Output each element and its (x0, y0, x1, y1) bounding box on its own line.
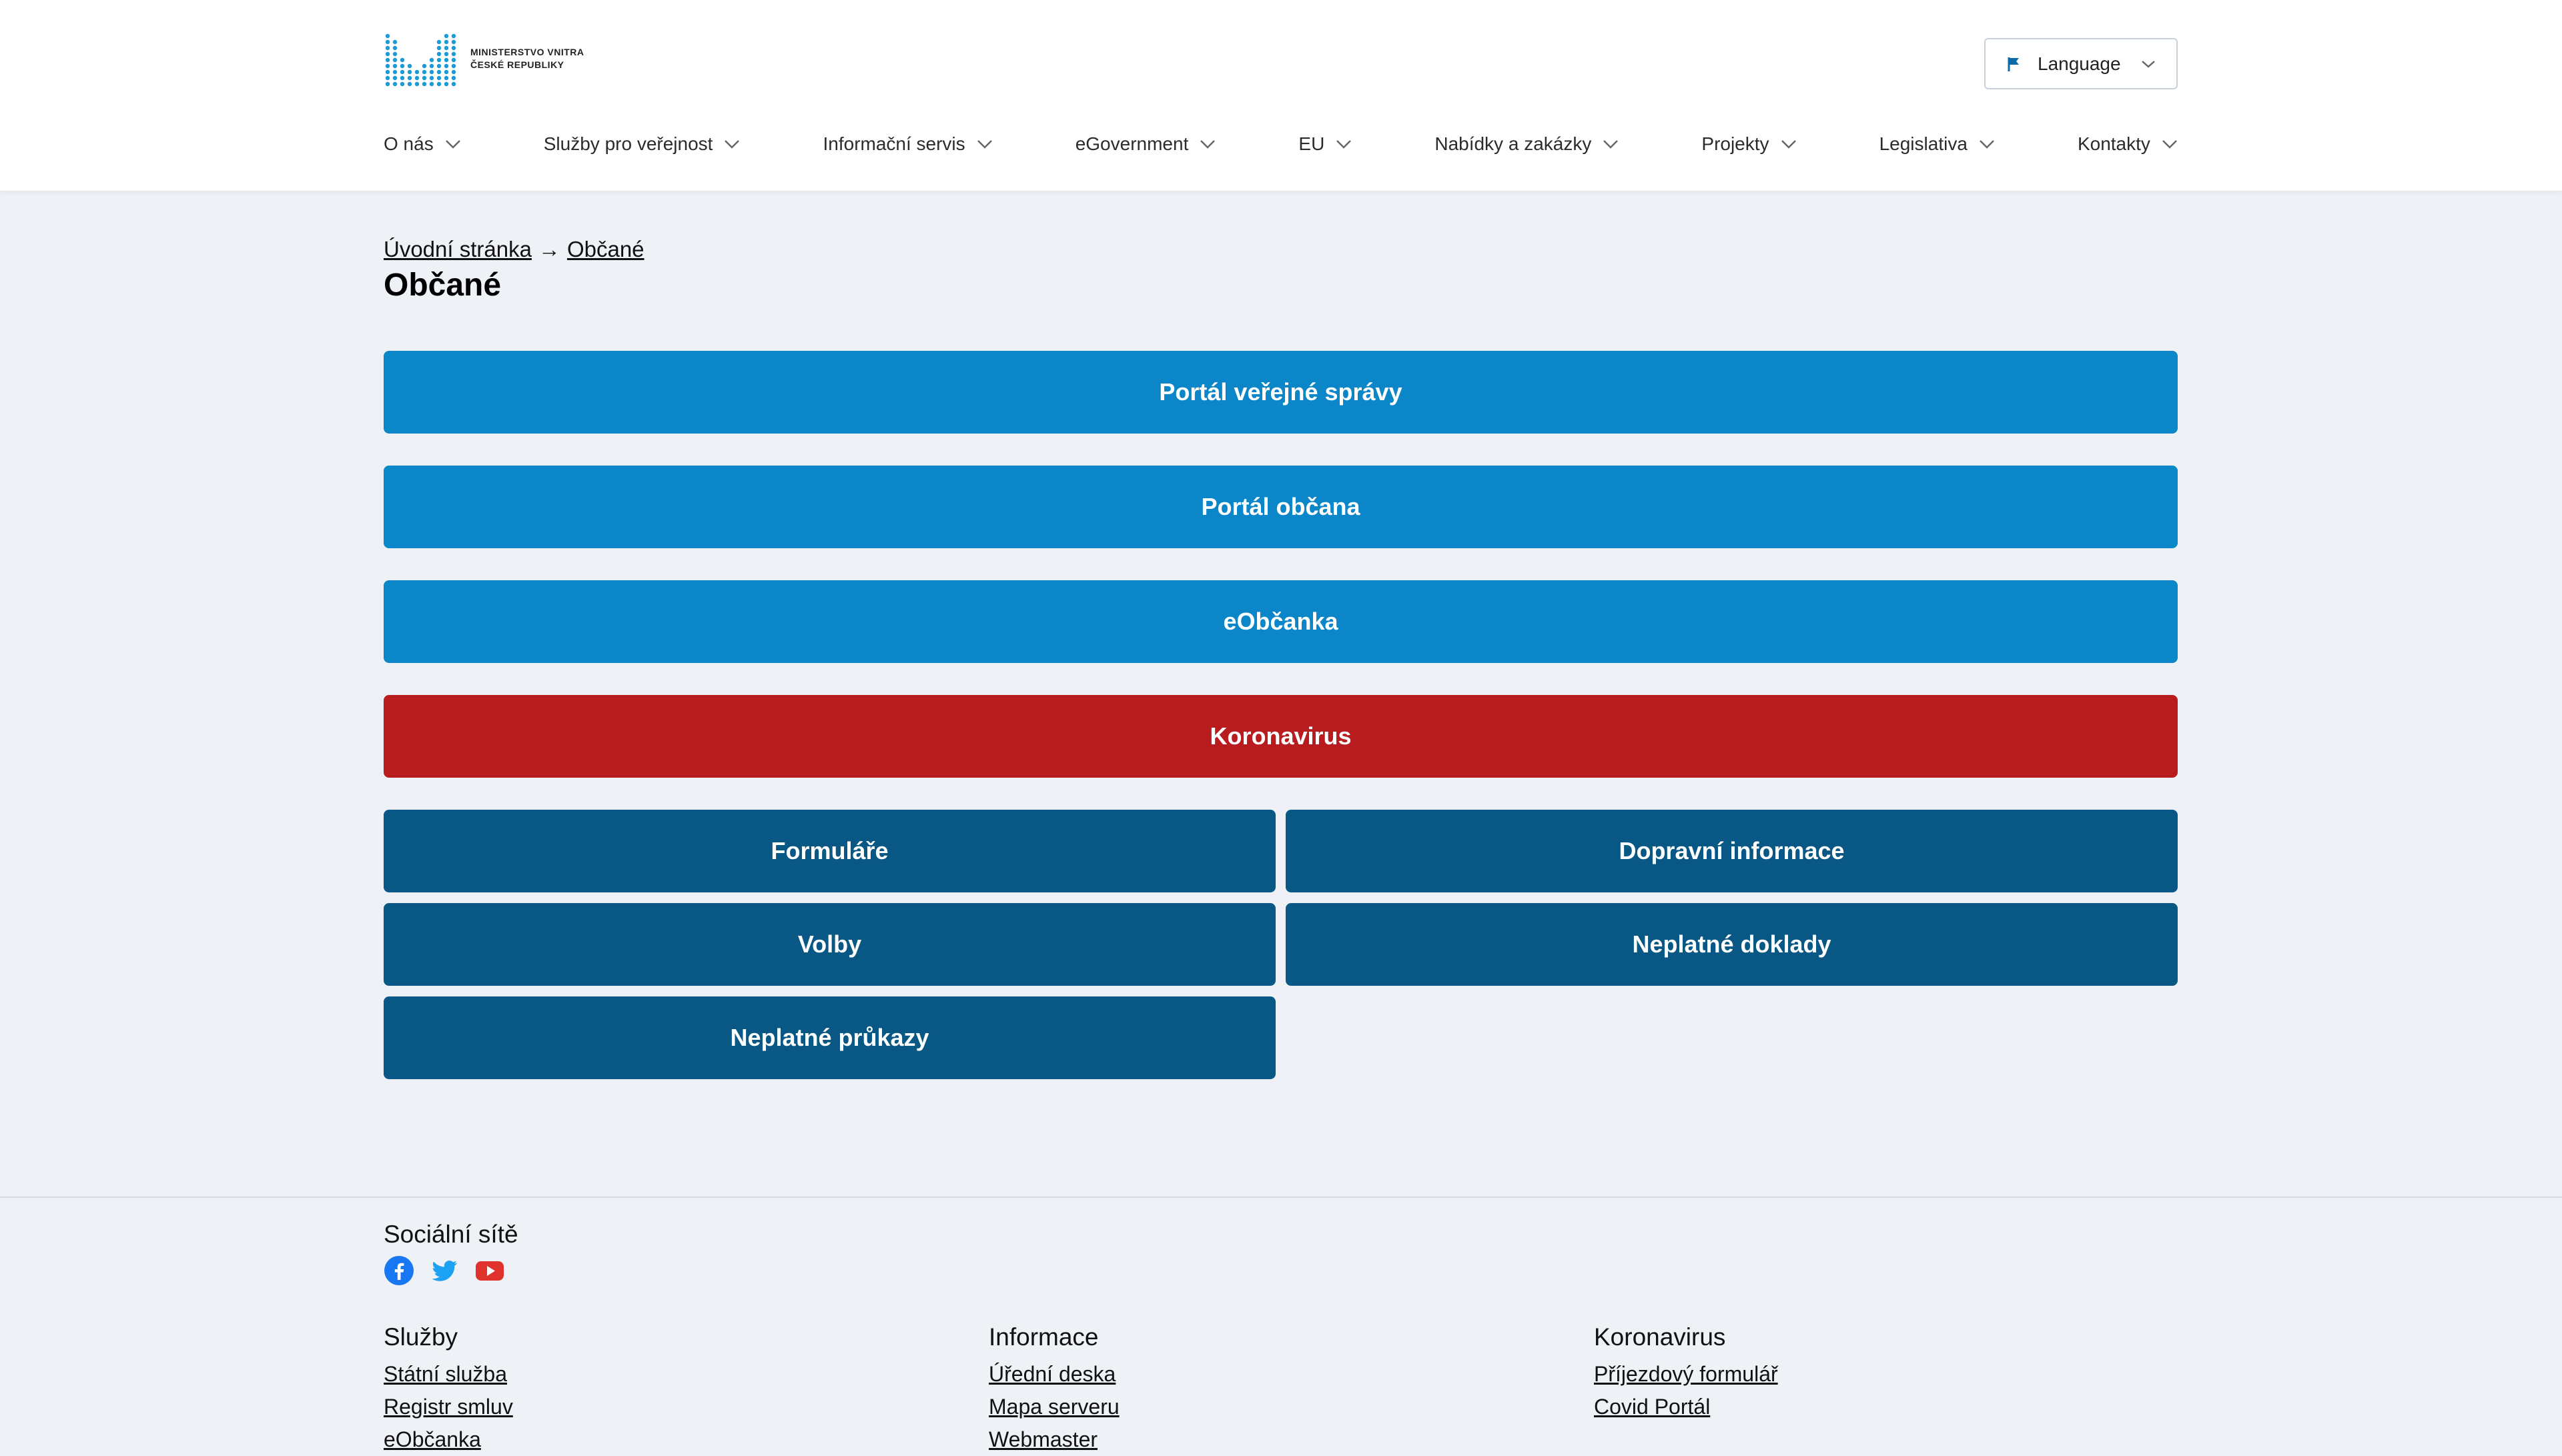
facebook-icon[interactable] (384, 1255, 414, 1286)
nav-item-label: Informační servis (823, 133, 965, 154)
chevron-down-icon (1781, 140, 1796, 149)
nav-item-label: Legislativa (1879, 133, 1968, 154)
footer-link-prijezdovy-formular[interactable]: Příjezdový formulář (1594, 1358, 2128, 1391)
nav-item-label: eGovernment (1075, 133, 1189, 154)
logo-text: MINISTERSTVO VNITRA ČESKÉ REPUBLIKY (470, 46, 584, 71)
footer-column-sluzby: Služby Státní služba Registr smluv eObča… (384, 1323, 917, 1456)
main-navigation: O nás Služby pro veřejnost Informační se… (384, 125, 2178, 163)
breadcrumb-current-link[interactable]: Občané (567, 237, 645, 262)
twitter-icon[interactable] (429, 1255, 460, 1286)
volby-button[interactable]: Volby (384, 903, 1276, 986)
chevron-down-icon (977, 140, 992, 149)
nav-item-label: EU (1298, 133, 1325, 154)
dopravni-informace-button[interactable]: Dopravní informace (1286, 810, 2178, 892)
logo-line-2: ČESKÉ REPUBLIKY (470, 59, 564, 70)
nav-item-sluzby[interactable]: Služby pro veřejnost (544, 133, 741, 155)
nav-item-label: Kontakty (2077, 133, 2150, 154)
breadcrumb-home-link[interactable]: Úvodní stránka (384, 237, 532, 262)
chevron-down-icon (445, 140, 460, 149)
nav-item-o-nas[interactable]: O nás (384, 133, 462, 155)
footer-column-title: Informace (989, 1323, 1099, 1351)
nav-item-label: Služby pro veřejnost (543, 133, 713, 154)
language-label: Language (2038, 53, 2121, 74)
footer-divider (0, 1197, 2562, 1198)
portal-obcana-button[interactable]: Portál občana (384, 466, 2178, 548)
chevron-down-icon (725, 140, 740, 149)
nav-item-kontakty[interactable]: Kontakty (2078, 133, 2178, 155)
social-icons (384, 1255, 505, 1286)
site-header: MINISTERSTVO VNITRA ČESKÉ REPUBLIKY Lang… (0, 0, 2562, 191)
chevron-down-icon (1200, 140, 1216, 149)
nav-item-projekty[interactable]: Projekty (1701, 133, 1797, 155)
chevron-down-icon (1336, 140, 1352, 149)
eobcanka-button[interactable]: eObčanka (384, 580, 2178, 663)
footer-column-title: Služby (384, 1323, 458, 1351)
page-title: Občané (384, 267, 502, 303)
chevron-down-icon (2142, 60, 2155, 68)
chevron-down-icon (1980, 140, 1994, 149)
portal-verejne-spravy-button[interactable]: Portál veřejné správy (384, 351, 2178, 434)
footer-link-covid-portal[interactable]: Covid Portál (1594, 1391, 2128, 1423)
nav-item-nabidky[interactable]: Nabídky a zakázky (1434, 133, 1619, 155)
logo-mark-icon (385, 33, 456, 87)
footer-column-informace: Informace Úřední deska Mapa serveru Webm… (989, 1323, 1523, 1456)
nav-item-label: Nabídky a zakázky (1434, 133, 1592, 154)
footer-link-statni-sluzba[interactable]: Státní služba (384, 1358, 917, 1391)
nav-item-legislativa[interactable]: Legislativa (1879, 133, 1996, 155)
chevron-down-icon (2162, 140, 2177, 149)
breadcrumb: Úvodní stránka → Občané (384, 235, 645, 264)
flag-icon (2008, 57, 2019, 71)
nav-item-label: O nás (384, 133, 434, 154)
neplatne-prukazy-button[interactable]: Neplatné průkazy (384, 996, 1276, 1079)
breadcrumb-separator: → (538, 237, 560, 261)
formulare-button[interactable]: Formuláře (384, 810, 1276, 892)
footer-link-webmaster[interactable]: Webmaster (989, 1423, 1523, 1456)
footer-link-registr-smluv[interactable]: Registr smluv (384, 1391, 917, 1423)
koronavirus-button[interactable]: Koronavirus (384, 695, 2178, 778)
logo-line-1: MINISTERSTVO VNITRA (470, 47, 584, 57)
language-button[interactable]: Language (1984, 38, 2178, 89)
nav-item-label: Projekty (1701, 133, 1769, 154)
ministry-logo[interactable]: MINISTERSTVO VNITRA ČESKÉ REPUBLIKY (384, 31, 584, 87)
chevron-down-icon (1603, 140, 1619, 149)
nav-item-egovernment[interactable]: eGovernment (1076, 133, 1217, 155)
social-heading: Sociální sítě (384, 1221, 518, 1248)
nav-item-informacni-servis[interactable]: Informační servis (823, 133, 993, 155)
youtube-icon[interactable] (474, 1255, 505, 1286)
nav-item-eu[interactable]: EU (1298, 133, 1352, 155)
footer-column-title: Koronavirus (1594, 1323, 1726, 1351)
footer-link-mapa-serveru[interactable]: Mapa serveru (989, 1391, 1523, 1423)
neplatne-doklady-button[interactable]: Neplatné doklady (1286, 903, 2178, 986)
footer-column-koronavirus: Koronavirus Příjezdový formulář Covid Po… (1594, 1323, 2128, 1423)
footer-link-uredni-deska[interactable]: Úřední deska (989, 1358, 1523, 1391)
footer-link-eobcanka[interactable]: eObčanka (384, 1423, 917, 1456)
